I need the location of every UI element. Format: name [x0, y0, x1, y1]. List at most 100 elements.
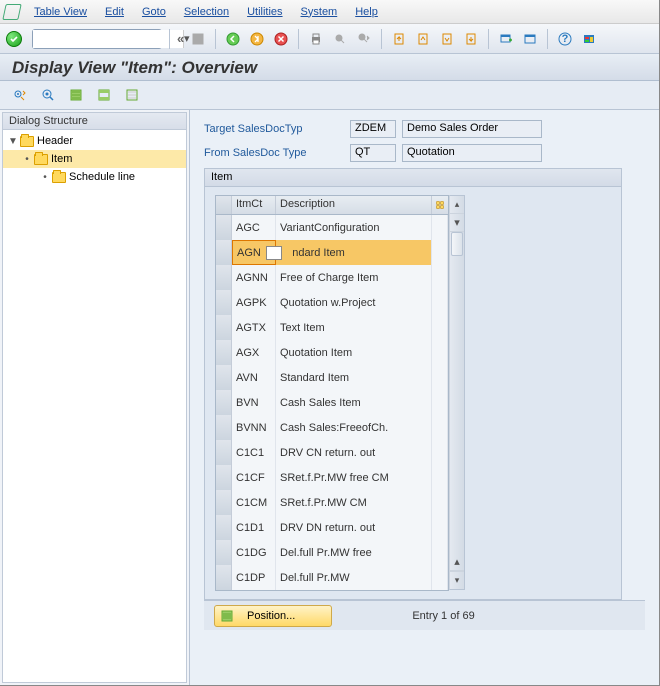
cell-description[interactable]: Del.full Pr.MW: [276, 565, 432, 590]
cell-description[interactable]: Cash Sales Item: [276, 390, 432, 415]
table-row[interactable]: C1D1DRV DN return. out: [216, 515, 448, 540]
cell-description[interactable]: Quotation w.Project: [276, 290, 432, 315]
row-selector[interactable]: [216, 215, 232, 240]
cell-description[interactable]: DRV CN return. out: [276, 440, 432, 465]
row-selector[interactable]: [216, 265, 232, 290]
menu-selection[interactable]: Selection: [176, 4, 237, 20]
cell-itmct[interactable]: C1DP: [232, 565, 276, 590]
table-row[interactable]: AGTXText Item: [216, 315, 448, 340]
row-selector[interactable]: [216, 565, 232, 590]
new-session-icon[interactable]: [496, 29, 516, 49]
cell-description[interactable]: Free of Charge Item: [276, 265, 432, 290]
tree-node-item[interactable]: •Item: [3, 150, 186, 168]
col-description[interactable]: Description: [276, 196, 432, 214]
row-selector[interactable]: [216, 290, 232, 315]
enter-icon[interactable]: [6, 31, 22, 47]
row-selector[interactable]: [216, 490, 232, 515]
cell-description[interactable]: Cash Sales:FreeofCh.: [276, 415, 432, 440]
print-icon[interactable]: [306, 29, 326, 49]
cell-description[interactable]: DRV DN return. out: [276, 515, 432, 540]
scroll-up-button[interactable]: ▴: [450, 196, 464, 214]
cell-itmct[interactable]: C1D1: [232, 515, 276, 540]
cell-description[interactable]: SRet.f.Pr.MW CM: [276, 490, 432, 515]
cell-itmct[interactable]: AGTX: [232, 315, 276, 340]
scroll-down-button[interactable]: ▾: [450, 571, 464, 589]
cell-itmct[interactable]: C1C1: [232, 440, 276, 465]
table-row[interactable]: C1DPDel.full Pr.MW: [216, 565, 448, 590]
table-row[interactable]: AGXQuotation Item: [216, 340, 448, 365]
help-icon[interactable]: ?: [555, 29, 575, 49]
menu-goto[interactable]: Goto: [134, 4, 174, 20]
table-row[interactable]: C1CMSRet.f.Pr.MW CM: [216, 490, 448, 515]
local-layout-icon[interactable]: [579, 29, 599, 49]
details-icon[interactable]: [38, 85, 58, 105]
exit-icon[interactable]: [247, 29, 267, 49]
table-row[interactable]: C1DGDel.full Pr.MW free: [216, 540, 448, 565]
scroll-up-step-button[interactable]: ▾: [450, 214, 464, 232]
table-row[interactable]: AGCVariantConfiguration: [216, 215, 448, 240]
scroll-thumb[interactable]: [451, 232, 463, 256]
cell-itmct[interactable]: AVN: [232, 365, 276, 390]
cell-description[interactable]: Del.full Pr.MW free: [276, 540, 432, 565]
row-selector[interactable]: [216, 440, 232, 465]
deselect-all-icon[interactable]: [122, 85, 142, 105]
table-row[interactable]: BVNNCash Sales:FreeofCh.: [216, 415, 448, 440]
cell-description[interactable]: Text Item: [276, 315, 432, 340]
row-selector[interactable]: [216, 540, 232, 565]
cell-itmct[interactable]: C1CM: [232, 490, 276, 515]
col-itmct[interactable]: ItmCt: [232, 196, 276, 214]
row-selector[interactable]: [216, 315, 232, 340]
menu-system[interactable]: System: [293, 4, 346, 20]
row-selector[interactable]: [216, 465, 232, 490]
cell-description[interactable]: VariantConfiguration: [276, 215, 432, 240]
table-settings-button[interactable]: [432, 196, 448, 214]
menu-help[interactable]: Help: [347, 4, 386, 20]
cell-description[interactable]: Quotation Item: [276, 340, 432, 365]
menu-utilities[interactable]: Utilities: [239, 4, 290, 20]
vertical-scrollbar[interactable]: ▴ ▾ ▴ ▾: [449, 195, 465, 590]
cell-itmct[interactable]: C1CF: [232, 465, 276, 490]
cell-itmct[interactable]: BVN: [232, 390, 276, 415]
table-row[interactable]: AGN ndard Item: [216, 240, 448, 265]
next-page-icon[interactable]: [437, 29, 457, 49]
collapse-toolbar-icon[interactable]: «: [177, 31, 184, 46]
position-button[interactable]: Position...: [214, 605, 332, 627]
table-row[interactable]: AVNStandard Item: [216, 365, 448, 390]
gui-shortcut-icon[interactable]: [520, 29, 540, 49]
menu-edit[interactable]: Edit: [97, 4, 132, 20]
cell-itmct[interactable]: AGN: [232, 240, 276, 265]
select-block-icon[interactable]: [94, 85, 114, 105]
col-row-selector[interactable]: [216, 196, 232, 214]
menu-tableview[interactable]: Table View: [26, 4, 95, 20]
last-page-icon[interactable]: [461, 29, 481, 49]
table-row[interactable]: AGPKQuotation w.Project: [216, 290, 448, 315]
cancel-icon[interactable]: [271, 29, 291, 49]
table-row[interactable]: AGNNFree of Charge Item: [216, 265, 448, 290]
toggle-display-change-icon[interactable]: [10, 85, 30, 105]
tree-node-header[interactable]: ▼Header: [3, 132, 186, 150]
row-selector[interactable]: [216, 340, 232, 365]
cell-itmct[interactable]: AGNN: [232, 265, 276, 290]
cell-itmct[interactable]: AGPK: [232, 290, 276, 315]
scroll-down-step-button[interactable]: ▴: [450, 553, 464, 571]
command-input[interactable]: [33, 30, 183, 48]
cell-description[interactable]: Standard Item: [276, 365, 432, 390]
cell-itmct[interactable]: AGC: [232, 215, 276, 240]
cell-description[interactable]: SRet.f.Pr.MW free CM: [276, 465, 432, 490]
cell-itmct[interactable]: AGX: [232, 340, 276, 365]
prev-page-icon[interactable]: [413, 29, 433, 49]
row-selector[interactable]: [216, 365, 232, 390]
row-selector[interactable]: [216, 390, 232, 415]
row-selector[interactable]: [216, 515, 232, 540]
cell-itmct[interactable]: C1DG: [232, 540, 276, 565]
row-selector[interactable]: [216, 240, 232, 265]
back-icon[interactable]: [223, 29, 243, 49]
select-all-icon[interactable]: [66, 85, 86, 105]
command-field[interactable]: ▾: [32, 29, 162, 49]
tree-node-schedule-line[interactable]: •Schedule line: [3, 168, 186, 186]
row-selector[interactable]: [216, 415, 232, 440]
first-page-icon[interactable]: [389, 29, 409, 49]
cell-description[interactable]: ndard Item: [276, 240, 432, 265]
table-row[interactable]: C1C1DRV CN return. out: [216, 440, 448, 465]
cell-itmct[interactable]: BVNN: [232, 415, 276, 440]
